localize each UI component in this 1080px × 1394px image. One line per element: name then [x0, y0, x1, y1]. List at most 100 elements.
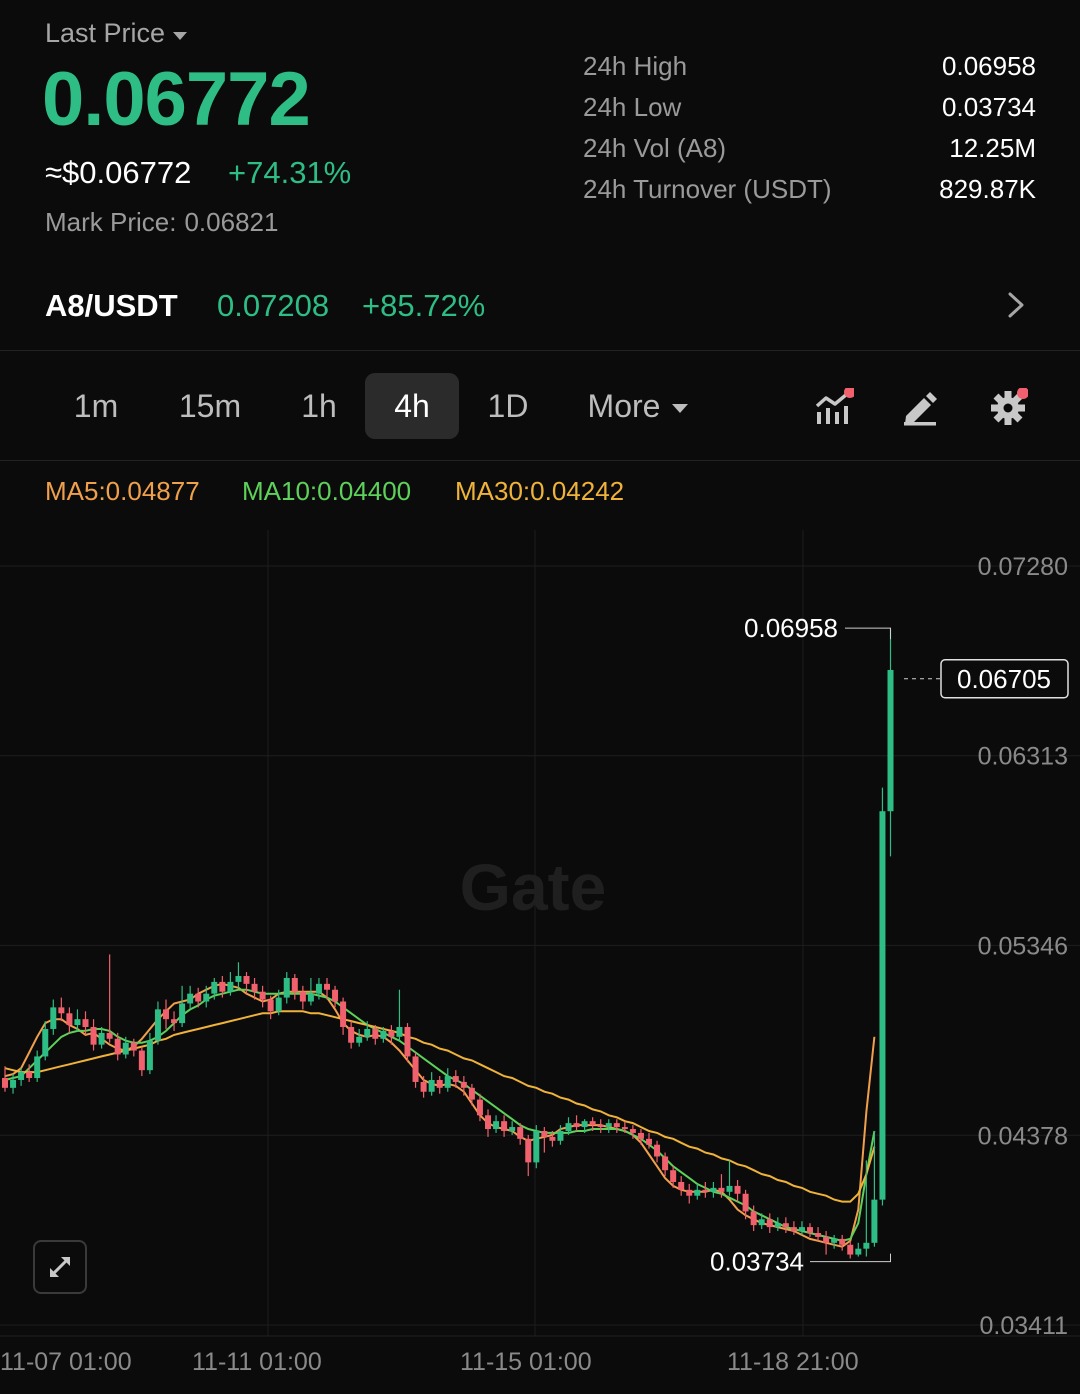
tab-more[interactable]: More	[573, 373, 703, 439]
candle-body	[517, 1127, 524, 1139]
y-tick-label: 0.06313	[978, 743, 1068, 771]
candle-body	[476, 1099, 483, 1116]
candle-body	[541, 1130, 548, 1137]
candle-body	[243, 976, 250, 984]
candle-body	[171, 1019, 178, 1024]
candle-body	[654, 1144, 661, 1157]
candle-body	[114, 1038, 121, 1055]
candle-body	[597, 1125, 604, 1128]
stat-value: 829.87K	[939, 174, 1036, 204]
candle-body	[637, 1132, 644, 1139]
candle-body	[734, 1185, 741, 1194]
candle-body	[187, 993, 194, 1004]
candle-body	[324, 983, 330, 990]
candle-body	[621, 1127, 628, 1130]
candle-body	[807, 1227, 813, 1233]
candle-body	[283, 977, 290, 998]
high-marker-line	[845, 627, 891, 640]
draw-pen-icon[interactable]	[900, 388, 940, 428]
candle-body	[831, 1238, 838, 1243]
candle-body	[452, 1076, 459, 1082]
mark-price-label: Mark Price:	[45, 207, 177, 237]
candle-body	[396, 1027, 403, 1037]
stat-24h-vol: 24h Vol (A8) 12.25M	[583, 128, 1036, 169]
pair-change: +85.72%	[362, 288, 486, 323]
caret-down-icon	[672, 404, 689, 414]
candle-body	[468, 1087, 475, 1100]
candle-body	[629, 1129, 636, 1133]
candle-body	[340, 1001, 347, 1028]
candle-body	[412, 1056, 419, 1082]
candle-body	[493, 1121, 500, 1130]
candlestick-chart[interactable]: Gate 0.07280 0.06313 0.05346 0.04378 0.03411 1…	[0, 530, 1080, 1394]
candle-body	[380, 1030, 387, 1039]
candle-body	[460, 1081, 467, 1088]
candle-body	[718, 1187, 725, 1192]
candle-body	[420, 1081, 427, 1092]
usd-approx-price: ≈$0.06772	[45, 155, 192, 190]
y-tick-label: 0.07280	[978, 553, 1068, 581]
stats-panel: 24h High 0.06958 24h Low 0.03734 24h Vol…	[583, 46, 1036, 210]
candle-body	[26, 1072, 33, 1079]
last-price-selector[interactable]: Last Price	[45, 18, 188, 49]
divider	[0, 350, 1080, 351]
candle-body	[42, 1028, 49, 1057]
candle-body	[154, 1009, 161, 1041]
candle-body	[565, 1123, 572, 1131]
tab-15m[interactable]: 15m	[160, 373, 260, 439]
indicators-icon[interactable]	[814, 388, 854, 428]
stat-value: 0.03734	[942, 92, 1036, 122]
chevron-right-icon[interactable]	[1003, 290, 1029, 320]
candle-body	[332, 989, 339, 1002]
candle-body	[798, 1227, 805, 1232]
candle-body	[549, 1136, 556, 1141]
candle-body	[122, 1042, 129, 1055]
candle-body	[2, 1078, 8, 1088]
candle-body	[388, 1030, 395, 1037]
candle-body	[790, 1227, 797, 1232]
candle-body	[823, 1236, 830, 1243]
tab-1h[interactable]: 1h	[282, 373, 356, 439]
gate-watermark: Gate	[460, 850, 607, 924]
candle-body	[267, 999, 274, 1012]
candle-body	[879, 811, 886, 1200]
candle-body	[58, 1007, 65, 1014]
candle-body	[694, 1189, 701, 1196]
tab-1m[interactable]: 1m	[55, 373, 137, 439]
candle-body	[646, 1138, 652, 1145]
stat-label: 24h High	[583, 51, 688, 81]
candle-body	[533, 1130, 540, 1163]
candle-body	[589, 1121, 596, 1126]
candle-body	[501, 1121, 508, 1131]
candle-body	[211, 981, 218, 994]
candle-body	[871, 1199, 878, 1243]
candle-body	[782, 1223, 789, 1228]
candle-body	[74, 1019, 81, 1026]
candle-body	[98, 1032, 105, 1045]
x-tick-label: 11-07 01:00	[0, 1348, 132, 1376]
candle-body	[203, 993, 210, 1002]
candle-body	[275, 997, 282, 1012]
candle-body	[219, 981, 226, 992]
candle-body	[485, 1115, 491, 1130]
candle-body	[750, 1211, 757, 1226]
candle-body	[766, 1219, 773, 1228]
fullscreen-button[interactable]	[33, 1240, 87, 1294]
candle-body	[404, 1027, 411, 1057]
stat-24h-turnover: 24h Turnover (USDT) 829.87K	[583, 169, 1036, 210]
candle-body	[356, 1036, 363, 1043]
candle-body	[138, 1050, 145, 1071]
candle-body	[662, 1156, 669, 1171]
stat-24h-high: 24h High 0.06958	[583, 46, 1036, 87]
candle-body	[299, 991, 306, 1002]
tab-1d[interactable]: 1D	[470, 373, 546, 439]
current-price-label: 0.06705	[957, 664, 1051, 694]
candle-body	[82, 1019, 89, 1028]
candle-body	[372, 1028, 379, 1039]
settings-gear-icon[interactable]	[988, 388, 1028, 428]
candle-body	[726, 1185, 733, 1192]
ma-line-ma30	[4, 1010, 876, 1203]
candle-body	[364, 1028, 371, 1037]
candle-body	[509, 1127, 516, 1131]
tab-4h[interactable]: 4h	[365, 373, 459, 439]
